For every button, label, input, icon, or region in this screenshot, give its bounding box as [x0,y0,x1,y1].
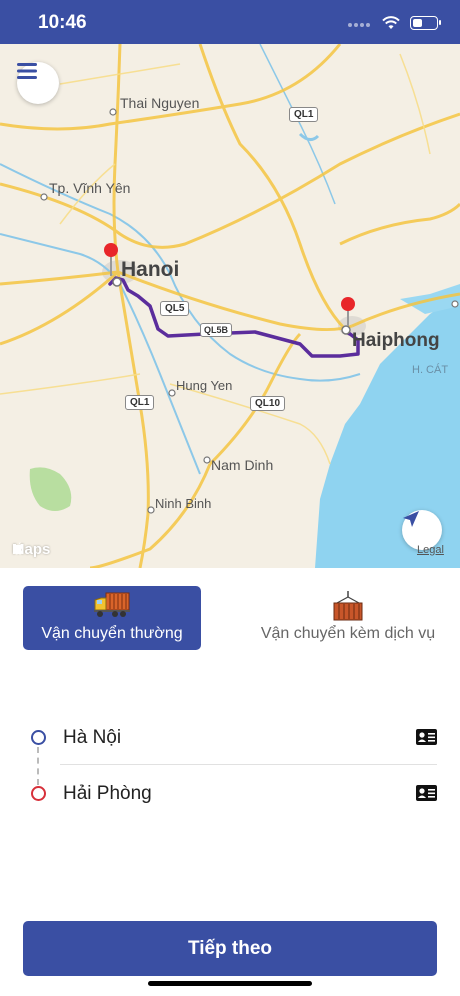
truck-icon [94,592,130,617]
maps-attribution: Maps [12,541,50,558]
road-badge: QL5 [160,301,190,316]
container-crane-icon [333,591,363,621]
map-label-h-cat: H. CÁT [412,364,449,376]
road-badge: QL5B [200,323,233,337]
apple-logo-icon [13,542,23,555]
map-label-vinh-yen: Tp. Vĩnh Yên [49,180,131,196]
hamburger-menu-icon [17,63,37,79]
tab-label: Vận chuyển kèm dịch vụ [260,625,436,642]
cellular-signal-icon [348,14,372,32]
tab-standard-shipping[interactable]: Vận chuyển thường [23,586,201,650]
map-canvas [0,44,460,568]
status-bar: 10:46 [0,0,460,44]
status-time: 10:46 [38,12,87,33]
map-label-nam-dinh: Nam Dinh [211,457,274,473]
contact-card-icon[interactable] [416,729,437,745]
map-label-hanoi: Hanoi [121,258,180,281]
location-arrow-icon [403,511,419,527]
tab-shipping-with-service[interactable]: Vận chuyển kèm dịch vụ [248,586,448,650]
road-badge: QL1 [125,395,155,410]
map-label-haiphong: Haiphong [352,330,440,351]
service-type-tabs: Vận chuyển thường Vận chuyển kèm dịch vụ [0,568,460,668]
map-label-thai-nguyen: Thai Nguyen [120,95,200,111]
route-destination-row[interactable]: Hải Phòng [0,766,460,822]
status-icons [348,14,441,32]
destination-address: Hải Phòng [63,783,152,804]
next-button[interactable]: Tiếp theo [23,921,437,976]
battery-icon [410,16,441,30]
menu-button[interactable] [17,62,59,104]
contact-card-icon[interactable] [416,785,437,801]
legal-link[interactable]: Legal [417,544,444,556]
tab-label: Vận chuyển thường [41,625,183,642]
route-origin-row[interactable]: Hà Nội [0,710,460,766]
road-badge: QL10 [250,396,286,411]
origin-address: Hà Nội [63,727,122,748]
home-indicator [148,981,312,986]
map-label-hung-yen: Hung Yen [176,378,233,393]
road-badge: QL1 [289,107,319,122]
wifi-icon [382,16,400,29]
destination-dot-icon [31,786,46,801]
map-label-ninh-binh: Ninh Binh [155,496,212,511]
route-map[interactable]: Thai Nguyen Tp. Vĩnh Yên Hanoi Haiphong … [0,44,460,568]
route-divider [60,764,437,765]
origin-dot-icon [31,730,46,745]
